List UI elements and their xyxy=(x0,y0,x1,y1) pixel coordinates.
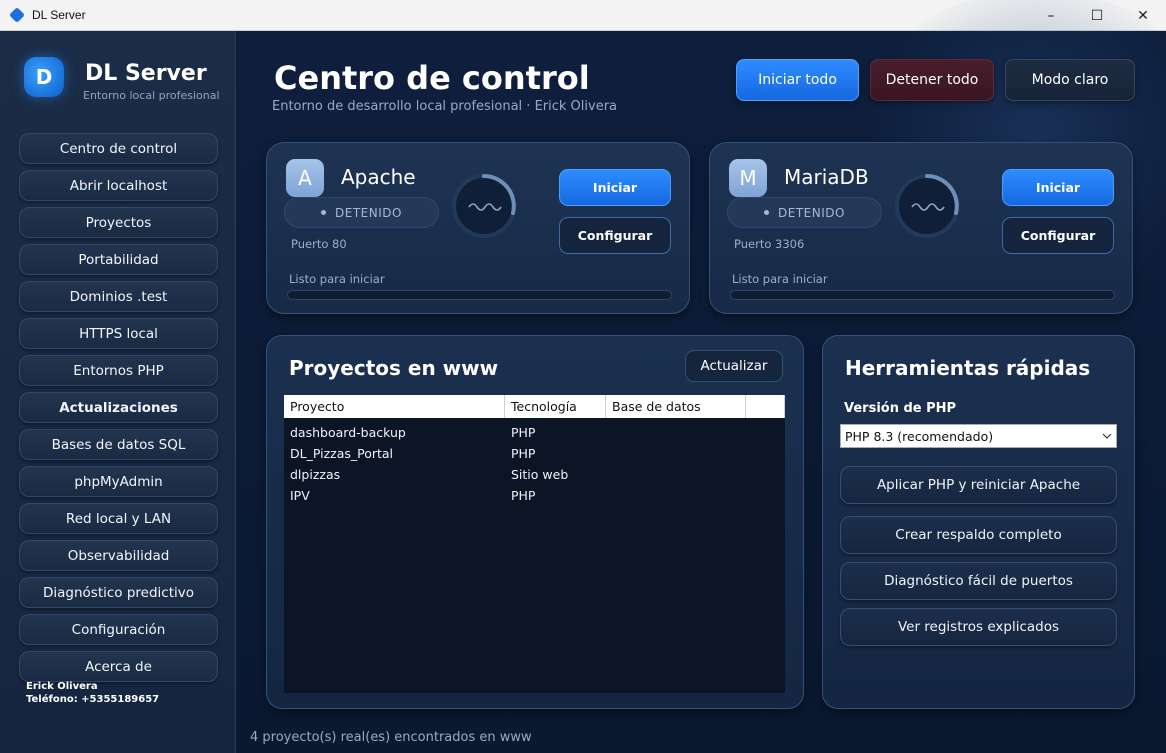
projects-table: Proyecto Tecnología Base de datos dashbo… xyxy=(284,395,785,693)
sidebar-item-entornos-php[interactable]: Entornos PHP xyxy=(19,355,218,386)
mariadb-configure-button[interactable]: Configurar xyxy=(1002,217,1114,254)
sidebar-item-abrir-localhost[interactable]: Abrir localhost xyxy=(19,170,218,201)
table-row[interactable]: DL_Pizzas_Portal PHP xyxy=(284,443,785,464)
status-badge: DETENIDO xyxy=(284,197,439,228)
status-text: DETENIDO xyxy=(335,205,402,220)
cell-technology: Sitio web xyxy=(511,467,569,482)
service-port: Puerto 3306 xyxy=(734,237,805,251)
status-text: DETENIDO xyxy=(778,205,845,220)
cell-technology: PHP xyxy=(511,488,536,503)
sidebar: D DL Server Entorno local profesional Ce… xyxy=(0,31,236,753)
port-diagnostic-button[interactable]: Diagnóstico fácil de puertos xyxy=(840,562,1117,600)
php-version-value: PHP 8.3 (recomendado) xyxy=(845,428,994,444)
sidebar-item-red-local[interactable]: Red local y LAN xyxy=(19,503,218,534)
activity-ring-icon xyxy=(895,174,959,238)
sidebar-item-dominios-test[interactable]: Dominios .test xyxy=(19,281,218,312)
sidebar-item-portabilidad[interactable]: Portabilidad xyxy=(19,244,218,275)
author-info: Erick Olivera Teléfono: +5355189657 xyxy=(26,680,159,706)
cell-database xyxy=(606,422,746,443)
quick-tools-panel: Herramientas rápidas Versión de PHP PHP … xyxy=(822,335,1135,709)
status-badge: DETENIDO xyxy=(727,197,882,228)
brand-subtitle: Entorno local profesional xyxy=(83,89,220,102)
service-card-mariadb: M MariaDB DETENIDO Puerto 3306 Iniciar C… xyxy=(709,142,1133,314)
column-header-project[interactable]: Proyecto xyxy=(284,395,505,418)
cell-technology: PHP xyxy=(511,446,536,461)
sidebar-item-observabilidad[interactable]: Observabilidad xyxy=(19,540,218,571)
service-name: Apache xyxy=(341,165,416,189)
sidebar-item-actualizaciones[interactable]: Actualizaciones xyxy=(19,392,218,423)
page-subtitle: Entorno de desarrollo local profesional … xyxy=(272,99,618,114)
cell-database xyxy=(606,443,746,464)
table-row[interactable]: dashboard-backup PHP xyxy=(284,422,785,443)
start-all-button[interactable]: Iniciar todo xyxy=(736,59,859,101)
app-icon xyxy=(9,7,25,23)
cell-project: dlpizzas xyxy=(290,467,341,482)
php-version-select[interactable]: PHP 8.3 (recomendado) xyxy=(840,424,1117,448)
table-row[interactable]: dlpizzas Sitio web xyxy=(284,464,785,485)
status-dot-icon xyxy=(764,210,770,215)
progress-bar xyxy=(730,290,1115,300)
sidebar-item-phpmyadmin[interactable]: phpMyAdmin xyxy=(19,466,218,497)
apache-start-button[interactable]: Iniciar xyxy=(559,169,671,206)
sidebar-nav: Centro de control Abrir localhost Proyec… xyxy=(19,133,218,688)
cell-project: dashboard-backup xyxy=(290,425,406,440)
stop-all-button[interactable]: Detener todo xyxy=(870,59,994,101)
column-header-database[interactable]: Base de datos xyxy=(606,395,746,418)
refresh-button[interactable]: Actualizar xyxy=(685,350,783,382)
cell-database xyxy=(606,464,746,485)
sidebar-item-diagnostico[interactable]: Diagnóstico predictivo xyxy=(19,577,218,608)
view-logs-button[interactable]: Ver registros explicados xyxy=(840,608,1117,646)
sidebar-item-acerca-de[interactable]: Acerca de xyxy=(19,651,218,682)
status-bar-text: 4 proyecto(s) real(es) encontrados en ww… xyxy=(250,730,532,745)
projects-panel: Proyectos en www Actualizar Proyecto Tec… xyxy=(266,335,804,709)
cell-technology: PHP xyxy=(511,425,536,440)
cell-database xyxy=(606,485,746,506)
service-ready-text: Listo para iniciar xyxy=(289,272,385,286)
sidebar-item-centro-de-control[interactable]: Centro de control xyxy=(19,133,218,164)
status-dot-icon xyxy=(321,210,327,215)
cell-project: IPV xyxy=(290,488,310,503)
service-ready-text: Listo para iniciar xyxy=(732,272,828,286)
sidebar-item-configuracion[interactable]: Configuración xyxy=(19,614,218,645)
app-logo: D xyxy=(24,57,64,97)
sidebar-item-bases-de-datos[interactable]: Bases de datos SQL xyxy=(19,429,218,460)
window-title: DL Server xyxy=(32,8,86,22)
progress-bar xyxy=(287,290,672,300)
cell-project: DL_Pizzas_Portal xyxy=(290,446,394,461)
projects-title: Proyectos en www xyxy=(289,356,499,380)
table-row[interactable]: IPV PHP xyxy=(284,485,785,506)
brand-name: DL Server xyxy=(85,61,207,86)
table-header: Proyecto Tecnología Base de datos xyxy=(284,395,785,418)
author-phone: Teléfono: +5355189657 xyxy=(26,694,160,705)
service-name: MariaDB xyxy=(784,165,869,189)
service-port: Puerto 80 xyxy=(291,237,347,251)
tools-title: Herramientas rápidas xyxy=(845,356,1091,380)
chevron-down-icon xyxy=(1102,433,1112,439)
service-card-apache: A Apache DETENIDO Puerto 80 Iniciar Conf… xyxy=(266,142,690,314)
sidebar-item-proyectos[interactable]: Proyectos xyxy=(19,207,218,238)
backup-button[interactable]: Crear respaldo completo xyxy=(840,516,1117,554)
author-name: Erick Olivera xyxy=(26,681,98,692)
page-title: Centro de control xyxy=(274,59,590,97)
service-badge: A xyxy=(286,159,324,197)
apply-php-button[interactable]: Aplicar PHP y reiniciar Apache xyxy=(840,466,1117,504)
php-version-label: Versión de PHP xyxy=(844,401,957,416)
mariadb-start-button[interactable]: Iniciar xyxy=(1002,169,1114,206)
activity-ring-icon xyxy=(452,174,516,238)
apache-configure-button[interactable]: Configurar xyxy=(559,217,671,254)
light-mode-button[interactable]: Modo claro xyxy=(1005,59,1135,101)
main-area: Centro de control Entorno de desarrollo … xyxy=(237,0,1166,753)
service-badge: M xyxy=(729,159,767,197)
sidebar-item-https-local[interactable]: HTTPS local xyxy=(19,318,218,349)
column-header-technology[interactable]: Tecnología xyxy=(505,395,606,418)
